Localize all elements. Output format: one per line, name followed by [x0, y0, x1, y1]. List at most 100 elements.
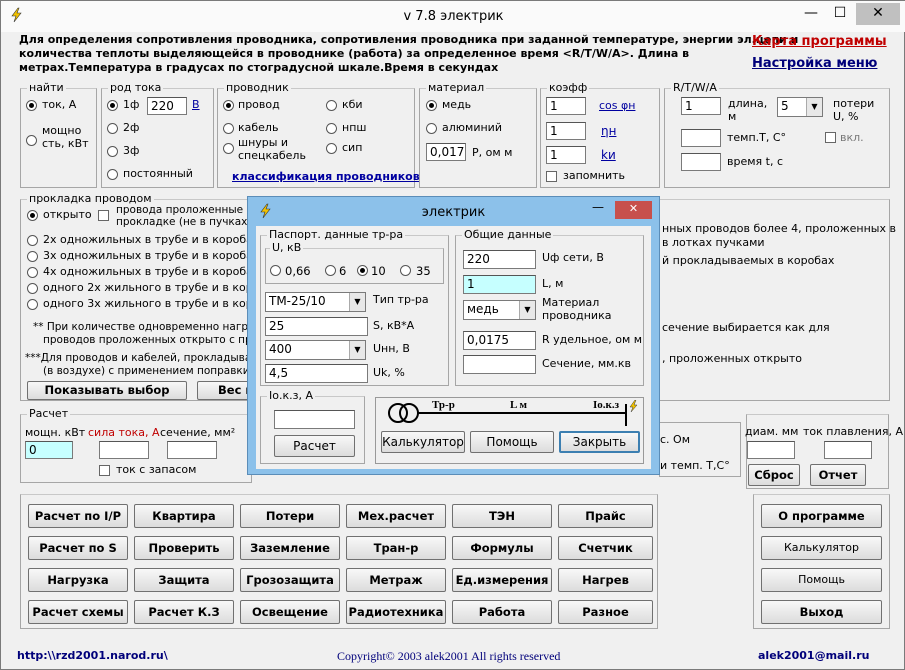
calc-s-button[interactable]: Расчет по S	[28, 536, 128, 560]
resistivity-input[interactable]: 0,0175	[426, 143, 466, 161]
exit-button[interactable]: Выход	[761, 600, 882, 624]
circuit-calc-button[interactable]: Расчет схемы	[28, 600, 128, 624]
voltage-066-radio[interactable]	[270, 265, 281, 276]
report-button[interactable]: Отчет	[810, 464, 866, 486]
usage-coeff-input[interactable]: 1	[546, 146, 586, 164]
enable-checkbox[interactable]	[825, 132, 836, 143]
efficiency-link[interactable]: ηн	[601, 124, 616, 138]
cos-phi-input[interactable]: 1	[546, 97, 586, 115]
load-button[interactable]: Нагрузка	[28, 568, 128, 592]
find-current-radio[interactable]	[26, 100, 37, 111]
lighting-button[interactable]: Освещение	[240, 600, 340, 624]
about-button[interactable]: О программе	[761, 504, 882, 528]
conductor-kbi-radio[interactable]	[326, 100, 337, 111]
check-button[interactable]: Проверить	[134, 536, 234, 560]
voltage-input[interactable]: 220	[147, 97, 187, 115]
voltage-unit-link[interactable]: В	[192, 98, 200, 111]
calculator-button[interactable]: Калькулятор	[761, 536, 882, 560]
dialog-help-button[interactable]: Помощь	[470, 431, 554, 453]
price-button[interactable]: Прайс	[558, 504, 653, 528]
section-input[interactable]	[167, 441, 217, 459]
calc-ip-button[interactable]: Расчет по I/P	[28, 504, 128, 528]
current-3f-radio[interactable]	[107, 146, 118, 157]
program-map-link[interactable]: Карта программы	[752, 34, 887, 49]
minimize-button[interactable]: —	[797, 3, 825, 25]
show-selection-button[interactable]: Показывать выбор	[27, 381, 187, 400]
voltage-35-radio[interactable]	[400, 265, 411, 276]
find-power-radio[interactable]	[26, 135, 37, 146]
conductor-classification-link[interactable]: классификация проводников	[232, 170, 420, 183]
dialog-close-button[interactable]: ✕	[615, 201, 652, 219]
heating-button[interactable]: Нагрев	[558, 568, 653, 592]
resistivity-input[interactable]: 0,0175	[463, 331, 536, 350]
dialog-calc-button[interactable]: Расчет	[274, 435, 355, 457]
diameter-input[interactable]	[747, 441, 795, 459]
mech-calc-button[interactable]: Мех.расчет	[346, 504, 446, 528]
formulas-button[interactable]: Формулы	[452, 536, 552, 560]
current-1f-radio[interactable]	[107, 100, 118, 111]
material-aluminum-radio[interactable]	[426, 123, 437, 134]
protection-button[interactable]: Защита	[134, 568, 234, 592]
maximize-button[interactable]: ☐	[827, 3, 853, 25]
temperature-input[interactable]	[681, 129, 721, 147]
apartment-button[interactable]: Квартира	[134, 504, 234, 528]
length-input[interactable]: 1	[463, 275, 536, 294]
reset-button[interactable]: Сброс	[748, 464, 800, 486]
cos-phi-link[interactable]: cos φн	[599, 99, 635, 112]
power-input[interactable]: 0	[25, 441, 73, 459]
laying-tray-checkbox[interactable]	[98, 210, 109, 221]
melting-current-input[interactable]	[824, 441, 872, 459]
conductor-cord-radio[interactable]	[223, 143, 234, 154]
lightning-protection-button[interactable]: Грозозащита	[240, 568, 340, 592]
laying-one2-radio[interactable]	[27, 283, 38, 294]
dialog-close-action-button[interactable]: Закрыть	[559, 431, 640, 453]
reserve-checkbox[interactable]	[99, 465, 110, 476]
close-button[interactable]: ✕	[856, 3, 900, 25]
conductor-wire-radio[interactable]	[223, 100, 234, 111]
work-button[interactable]: Работа	[452, 600, 552, 624]
laying-4x-radio[interactable]	[27, 267, 38, 278]
dialog-minimize-button[interactable]: —	[592, 200, 604, 214]
material-copper-radio[interactable]	[426, 100, 437, 111]
conductor-npsh-radio[interactable]	[326, 123, 337, 134]
radio-engineering-button[interactable]: Радиотехника	[346, 600, 446, 624]
uk-input[interactable]: 4,5	[265, 364, 368, 383]
help-button[interactable]: Помощь	[761, 568, 882, 592]
power-s-input[interactable]: 25	[265, 317, 368, 336]
short-circuit-input[interactable]	[274, 410, 355, 429]
usage-coeff-link[interactable]: kи	[601, 148, 616, 162]
transformer-type-combo[interactable]: ТМ-25/10 ▼	[265, 292, 366, 312]
losses-button[interactable]: Потери	[240, 504, 340, 528]
transformer-button[interactable]: Тран-р	[346, 536, 446, 560]
unn-combo[interactable]: 400 ▼	[265, 340, 366, 360]
efficiency-input[interactable]: 1	[546, 122, 586, 140]
time-input[interactable]	[681, 153, 721, 171]
laying-one3-radio[interactable]	[27, 299, 38, 310]
footage-button[interactable]: Метраж	[346, 568, 446, 592]
current-2f-radio[interactable]	[107, 123, 118, 134]
laying-open-radio[interactable]	[27, 210, 38, 221]
laying-3x-radio[interactable]	[27, 251, 38, 262]
section-input[interactable]	[463, 355, 536, 374]
website-link[interactable]: http:\\rzd2001.narod.ru\	[17, 649, 168, 662]
current-dc-radio[interactable]	[107, 169, 118, 180]
misc-button[interactable]: Разное	[558, 600, 653, 624]
dialog-calculator-button[interactable]: Калькулятор	[381, 431, 465, 453]
units-button[interactable]: Ед.измерения	[452, 568, 552, 592]
remember-checkbox[interactable]	[546, 171, 557, 182]
email-link[interactable]: alek2001@mail.ru	[758, 649, 869, 662]
ten-button[interactable]: ТЭН	[452, 504, 552, 528]
short-circuit-button[interactable]: Расчет К.З	[134, 600, 234, 624]
rtwa-combo[interactable]: 5 ▼	[777, 97, 823, 117]
material-combo[interactable]: медь ▼	[463, 300, 536, 320]
conductor-sip-radio[interactable]	[326, 143, 337, 154]
uf-input[interactable]: 220	[463, 250, 536, 269]
meter-button[interactable]: Счетчик	[558, 536, 653, 560]
menu-settings-link[interactable]: Настройка меню	[752, 56, 877, 71]
voltage-10-radio[interactable]	[357, 265, 368, 276]
rtwa-value-input[interactable]: 1	[681, 97, 721, 115]
laying-2x-radio[interactable]	[27, 235, 38, 246]
voltage-6-radio[interactable]	[325, 265, 336, 276]
grounding-button[interactable]: Заземление	[240, 536, 340, 560]
conductor-cable-radio[interactable]	[223, 123, 234, 134]
